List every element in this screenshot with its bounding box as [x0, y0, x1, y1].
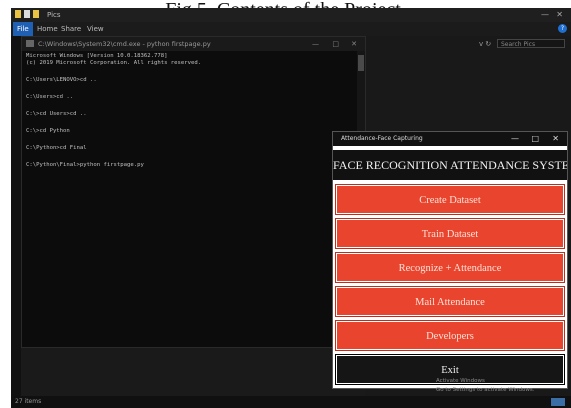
- cmd-line: (c) 2019 Microsoft Corporation. All righ…: [26, 60, 202, 66]
- navigation-pane: [11, 36, 21, 396]
- cmd-output[interactable]: Microsoft Windows [Version 10.0.18362.77…: [26, 53, 356, 169]
- activate-windows-watermark: Activate Windows Go to Settings to activ…: [436, 377, 571, 395]
- minimize-button[interactable]: —: [541, 8, 549, 22]
- create-dataset-button[interactable]: Create Dataset: [335, 184, 565, 215]
- tab-file[interactable]: File: [13, 22, 33, 36]
- explorer-title: Pics: [47, 11, 61, 19]
- cmd-title: C:\Windows\System32\cmd.exe - python fir…: [38, 40, 211, 48]
- cmd-line: C:\Python>cd Final: [26, 145, 87, 151]
- attendance-app-window: Attendance-Face Capturing — □ ✕ FACE REC…: [332, 131, 568, 389]
- folder-icon[interactable]: [15, 10, 21, 18]
- app-minimize-button[interactable]: —: [511, 132, 519, 146]
- explorer-titlebar: Pics — ✕: [11, 8, 571, 22]
- watermark-line: Go to Settings to activate Windows.: [436, 387, 535, 393]
- desktop: Pics — ✕ File Home Share View ? v ↻ Sear…: [11, 8, 571, 408]
- train-dataset-button[interactable]: Train Dataset: [335, 218, 565, 249]
- cmd-line: C:\Users\LENOVO>cd ..: [26, 77, 97, 83]
- view-toggle-icon[interactable]: [551, 398, 565, 406]
- app-maximize-button[interactable]: □: [531, 132, 539, 146]
- cmd-line: C:\Python\Final>python firstpage.py: [26, 162, 144, 168]
- search-input[interactable]: Search Pics: [497, 39, 565, 48]
- item-count: 27 items: [15, 398, 42, 405]
- cmd-line: C:\>cd Users>cd ..: [26, 111, 87, 117]
- ribbon-tabs: File Home Share View ?: [11, 22, 571, 36]
- app-heading: FACE RECOGNITION ATTENDANCE SYSTEM: [333, 150, 567, 180]
- refresh-icon[interactable]: v ↻: [479, 38, 491, 50]
- cmd-line: C:\>cd Python: [26, 128, 70, 134]
- cmd-maximize-button[interactable]: □: [332, 37, 339, 51]
- cmd-titlebar: C:\Windows\System32\cmd.exe - python fir…: [22, 37, 365, 51]
- watermark-line: Activate Windows: [436, 378, 485, 384]
- recognize-attendance-button[interactable]: Recognize + Attendance: [335, 252, 565, 283]
- mail-attendance-button[interactable]: Mail Attendance: [335, 286, 565, 317]
- app-titlebar: Attendance-Face Capturing — □ ✕: [333, 132, 567, 146]
- tab-share[interactable]: Share: [57, 22, 85, 36]
- app-close-button[interactable]: ✕: [552, 132, 559, 146]
- cmd-line: C:\Users>cd ..: [26, 94, 74, 100]
- properties-icon[interactable]: [24, 10, 30, 18]
- new-folder-icon[interactable]: [33, 10, 39, 18]
- cmd-line: Microsoft Windows [Version 10.0.18362.77…: [26, 53, 168, 59]
- cmd-minimize-button[interactable]: —: [312, 37, 319, 51]
- explorer-status-bar: 27 items: [11, 396, 571, 408]
- developers-button[interactable]: Developers: [335, 320, 565, 351]
- scrollbar-thumb[interactable]: [358, 55, 364, 71]
- command-prompt-window: C:\Windows\System32\cmd.exe - python fir…: [21, 36, 366, 348]
- address-area: v ↻ Search Pics: [365, 38, 571, 50]
- terminal-icon: [26, 40, 34, 47]
- cmd-close-button[interactable]: ✕: [351, 37, 357, 51]
- help-icon[interactable]: ?: [558, 24, 567, 33]
- tab-view[interactable]: View: [83, 22, 108, 36]
- close-button[interactable]: ✕: [556, 8, 563, 22]
- app-window-title: Attendance-Face Capturing: [341, 135, 423, 142]
